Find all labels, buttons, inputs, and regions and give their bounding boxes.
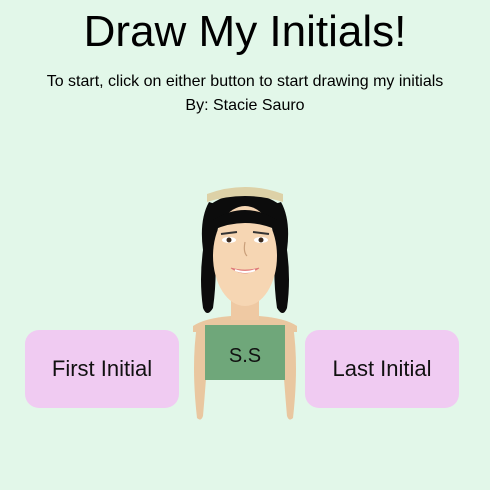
author-credit: By: Stacie Sauro <box>185 97 305 114</box>
character-drawing: S.S <box>193 187 297 420</box>
first-initial-button[interactable]: First Initial <box>25 330 179 408</box>
instructions-text: To start, click on either button to star… <box>46 73 444 90</box>
last-initial-button[interactable]: Last Initial <box>305 330 459 408</box>
page-title: Draw My Initials! <box>83 7 407 56</box>
shirt-initials: S.S <box>229 345 261 367</box>
